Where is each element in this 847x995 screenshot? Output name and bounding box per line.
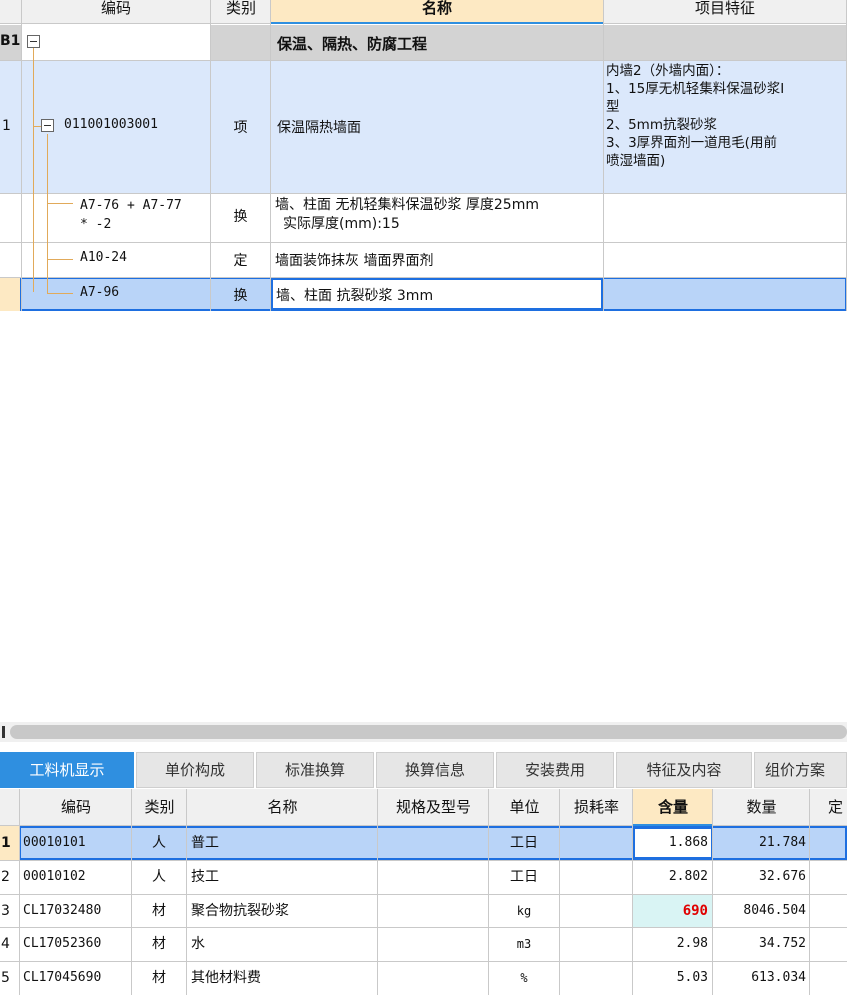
- feature-line: 喷湿墙面): [606, 153, 666, 169]
- material-code[interactable]: 00010102: [23, 860, 131, 894]
- tab-conversion-info[interactable]: 换算信息: [376, 752, 494, 788]
- material-type: 材: [152, 970, 166, 986]
- col-header-loss-rate[interactable]: 损耗率: [560, 790, 633, 824]
- sub-name-line: 实际厚度(mm):15: [283, 216, 400, 232]
- material-content[interactable]: 5.03: [633, 961, 708, 995]
- tab-standard-conversion[interactable]: 标准换算: [256, 752, 374, 788]
- col-header-type[interactable]: 类别: [132, 790, 187, 824]
- row-number: B1: [0, 33, 21, 49]
- material-type: 材: [152, 903, 166, 919]
- sub-code-line: A7-76 + A7-77: [80, 198, 182, 213]
- material-quantity: 34.752: [759, 936, 806, 951]
- row-number: 5: [1, 970, 10, 986]
- row-number: 4: [1, 936, 10, 952]
- material-spec[interactable]: [378, 961, 488, 995]
- tab-pricing-scheme[interactable]: 组价方案: [754, 752, 847, 788]
- col-header-name[interactable]: 名称: [187, 790, 378, 824]
- material-content[interactable]: 690: [633, 894, 708, 928]
- item-code[interactable]: 011001003001: [64, 117, 158, 132]
- item-type: 项: [233, 120, 248, 136]
- material-code[interactable]: CL17052360: [23, 927, 131, 961]
- feature-line: 型: [606, 99, 620, 115]
- material-spec[interactable]: [378, 894, 488, 928]
- material-spec[interactable]: [378, 826, 488, 860]
- sub-name[interactable]: 墙、柱面 无机轻集料保温砂浆 厚度25mm 实际厚度(mm):15: [275, 196, 539, 234]
- col-header-feature[interactable]: 项目特征: [603, 0, 847, 18]
- material-name[interactable]: 普工: [191, 826, 377, 860]
- material-unit: m3: [516, 937, 532, 951]
- sub-type: 定: [233, 253, 248, 269]
- scroll-left-arrow-icon[interactable]: [2, 726, 5, 738]
- item-name[interactable]: 保温隔热墙面: [277, 117, 361, 137]
- col-header-code[interactable]: 编码: [20, 790, 132, 824]
- col-header-type[interactable]: 类别: [211, 0, 271, 18]
- sub-type: 换: [233, 209, 248, 225]
- sub-code[interactable]: A7-96: [80, 285, 119, 300]
- scrollbar-thumb[interactable]: [10, 725, 847, 739]
- material-loss-rate[interactable]: [560, 961, 632, 995]
- col-header-spec[interactable]: 规格及型号: [378, 790, 489, 824]
- sub-code[interactable]: A10-24: [80, 250, 127, 265]
- material-type: 人: [152, 835, 166, 851]
- col-header-name[interactable]: 名称: [271, 0, 603, 18]
- section-code-cell: [22, 25, 211, 60]
- sub-type: 换: [233, 288, 248, 304]
- material-content[interactable]: 2.98: [633, 927, 708, 961]
- collapse-icon[interactable]: [41, 119, 54, 132]
- material-code[interactable]: CL17045690: [23, 961, 131, 995]
- material-loss-rate[interactable]: [560, 927, 632, 961]
- section-name: 保温、隔热、防腐工程: [277, 35, 428, 53]
- tab-labor-material[interactable]: 工料机显示: [0, 752, 134, 788]
- row-number-highlight: [0, 277, 22, 311]
- sub-name-line: 墙、柱面 无机轻集料保温砂浆 厚度25mm: [275, 197, 539, 213]
- col-header-quantity[interactable]: 数量: [713, 790, 810, 824]
- material-name[interactable]: 技工: [191, 860, 377, 894]
- material-quantity: 613.034: [751, 970, 806, 985]
- col-header-code[interactable]: 编码: [22, 0, 210, 18]
- material-unit: 工日: [510, 835, 538, 851]
- collapse-icon[interactable]: [27, 35, 40, 48]
- material-name[interactable]: 其他材料费: [191, 961, 377, 995]
- feature-line: 1、15厚无机轻集料保温砂浆I: [606, 81, 785, 97]
- material-content[interactable]: 1.868: [633, 826, 708, 860]
- material-unit: 工日: [510, 869, 538, 885]
- material-type: 人: [152, 869, 166, 885]
- material-code[interactable]: 00010101: [23, 826, 131, 860]
- material-type: 材: [152, 936, 166, 952]
- feature-line: 2、5mm抗裂砂浆: [606, 117, 717, 133]
- feature-line: 内墙2（外墙内面）：: [606, 63, 730, 79]
- material-name[interactable]: 聚合物抗裂砂浆: [191, 894, 377, 928]
- material-name[interactable]: 水: [191, 927, 377, 961]
- material-loss-rate[interactable]: [560, 860, 632, 894]
- row-number: 1: [1, 835, 11, 851]
- col-header-unit[interactable]: 单位: [489, 790, 560, 824]
- row-number: 3: [1, 903, 10, 919]
- row-number: 1: [2, 118, 11, 134]
- col-header-content[interactable]: 含量: [633, 790, 713, 824]
- col-header-fixed[interactable]: 定: [828, 790, 847, 824]
- tab-installation-fee[interactable]: 安装费用: [496, 752, 614, 788]
- material-loss-rate[interactable]: [560, 894, 632, 928]
- row-number: 2: [1, 869, 10, 885]
- material-quantity: 8046.504: [743, 903, 806, 918]
- tab-unit-price[interactable]: 单价构成: [136, 752, 254, 788]
- sub-name[interactable]: 墙、柱面 抗裂砂浆 3mm: [276, 285, 433, 305]
- material-unit: kg: [516, 904, 532, 918]
- sub-name[interactable]: 墙面装饰抹灰 墙面界面剂: [275, 250, 433, 270]
- material-quantity: 21.784: [759, 835, 806, 850]
- material-spec[interactable]: [378, 860, 488, 894]
- tab-features[interactable]: 特征及内容: [616, 752, 752, 788]
- material-content[interactable]: 2.802: [633, 860, 708, 894]
- sub-code[interactable]: A7-76 + A7-77 * -2: [80, 196, 182, 234]
- material-loss-rate[interactable]: [560, 826, 632, 860]
- material-code[interactable]: CL17032480: [23, 894, 131, 928]
- feature-line: 3、3厚界面剂一道甩毛(用前: [606, 135, 777, 151]
- sub-code-line: * -2: [80, 217, 112, 232]
- material-quantity: 32.676: [759, 869, 806, 884]
- item-feature[interactable]: 内墙2（外墙内面）： 1、15厚无机轻集料保温砂浆I 型 2、5mm抗裂砂浆 3…: [606, 62, 784, 170]
- material-unit: %: [520, 971, 528, 985]
- material-spec[interactable]: [378, 927, 488, 961]
